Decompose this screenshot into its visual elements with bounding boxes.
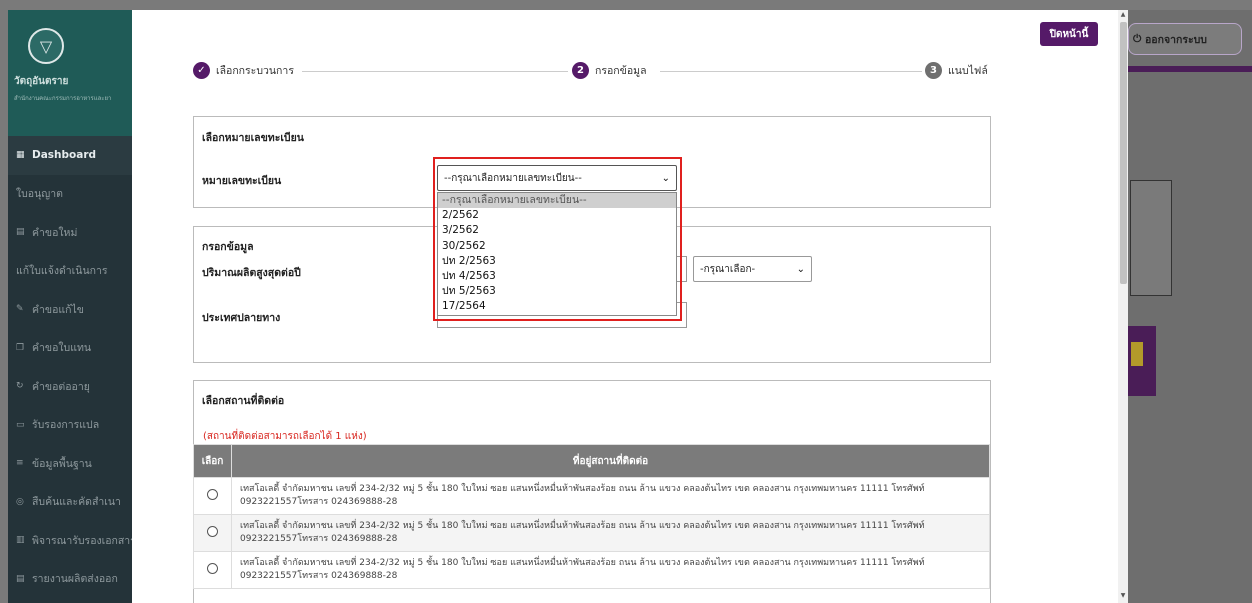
edit-icon: ✎: [16, 304, 24, 315]
step-1-label: เลือกกระบวนการ: [216, 65, 294, 77]
background-right-panel: [1128, 10, 1252, 603]
sidebar-item[interactable]: ▭ รับรองการแปล: [8, 406, 146, 445]
address-line1: เทสโอเลดี้ จำกัดมหาชน เลขที่ 234-2/32 หม…: [240, 558, 925, 568]
address-radio[interactable]: [207, 563, 218, 574]
sidebar-item[interactable]: ▥ พิจารณารับรองเอกสาร: [8, 521, 146, 560]
sidebar-item[interactable]: ❐ คำขอใบแทน: [8, 329, 146, 368]
sidebar-item-label: สืบค้นและคัดสำเนา: [32, 496, 121, 509]
contact-note: (สถานที่ติดต่อสามารถเลือกได้ 1 แห่ง): [203, 431, 367, 442]
address-line2: 0923221557โทรสาร 024369888-28: [240, 534, 398, 544]
step-3-number: 3: [925, 62, 942, 79]
step-1: ✓ เลือกกระบวนการ: [193, 62, 294, 79]
sidebar-item-label: คำขอต่ออายุ: [32, 380, 90, 393]
unit-select[interactable]: -กรุณาเลือก- ⌄: [693, 256, 812, 282]
sidebar-item[interactable]: ใบอนุญาต: [8, 175, 146, 214]
document-icon: ▤: [16, 227, 25, 238]
sidebar-item[interactable]: ✎ คำขอแก้ไข: [8, 290, 146, 329]
grid-icon: ▦: [16, 150, 25, 161]
address-radio[interactable]: [207, 526, 218, 537]
table-row: เทสโอเลดี้ จำกัดมหาชน เลขที่ 234-2/32 หม…: [193, 477, 990, 515]
sidebar-item-label: ใบอนุญาต: [16, 188, 63, 201]
sidebar-item[interactable]: ▤ คำขอใหม่: [8, 213, 146, 252]
address-cell: เทสโอเลดี้ จำกัดมหาชน เลขที่ 234-2/32 หม…: [231, 551, 990, 589]
unit-select-value: -กรุณาเลือก-: [700, 263, 756, 275]
table-row: เทสโอเลดี้ จำกัดมหาชน เลขที่ 234-2/32 หม…: [193, 551, 990, 589]
search-copy-icon: ◎: [16, 496, 24, 507]
step-connector: [660, 71, 922, 72]
step-2: 2 กรอกข้อมูล: [572, 62, 647, 79]
step-2-label: กรอกข้อมูล: [595, 65, 647, 77]
table-header-row: เลือก ที่อยู่สถานที่ติดต่อ: [193, 444, 990, 478]
sidebar-item[interactable]: ≡ ข้อมูลพื้นฐาน: [8, 444, 146, 483]
step-2-number: 2: [572, 62, 589, 79]
step-3: 3 แนบไฟล์: [925, 62, 988, 79]
address-cell: เทสโอเลดี้ จำกัดมหาชน เลขที่ 234-2/32 หม…: [231, 514, 990, 552]
sidebar-item-label: รับรองการแปล: [32, 419, 100, 432]
address-line2: 0923221557โทรสาร 024369888-28: [240, 497, 398, 507]
brand-subtitle: สำนักงานคณะกรรมการอาหารและยา: [14, 95, 112, 102]
scroll-down-icon[interactable]: ▼: [1119, 592, 1127, 600]
contact-address-table: เลือก ที่อยู่สถานที่ติดต่อ เทสโอเลดี้ จำ…: [193, 444, 990, 589]
sidebar-item[interactable]: ▤ รายงานผลิตส่งออก: [8, 560, 146, 599]
highlight-box: [433, 157, 682, 321]
sidebar-item[interactable]: ◎ สืบค้นและคัดสำเนา: [8, 483, 146, 522]
sidebar-item-label: แก้ใบแจ้งดำเนินการ: [16, 265, 108, 278]
sidebar-item-label: พิจารณารับรองเอกสาร: [32, 534, 136, 547]
copy-icon: ❐: [16, 342, 25, 353]
address-line2: 0923221557โทรสาร 024369888-28: [240, 571, 398, 581]
background-accent-bar: [1128, 66, 1252, 72]
address-line1: เทสโอเลดี้ จำกัดมหาชน เลขที่ 234-2/32 หม…: [240, 521, 925, 531]
chevron-down-icon: ⌄: [796, 263, 805, 275]
sidebar-item-label: รายงานผลิตส่งออก: [32, 573, 118, 586]
destination-country-label: ประเทศปลายทาง: [202, 312, 281, 324]
power-icon: ⏻: [1133, 32, 1145, 45]
contact-panel-title: เลือกสถานที่ติดต่อ: [202, 395, 285, 407]
step-3-label: แนบไฟล์: [948, 65, 988, 77]
sidebar-brand: ▽ วัตถุอันตราย สำนักงานคณะกรรมการอาหารแล…: [8, 10, 146, 136]
registration-number-label: หมายเลขทะเบียน: [202, 175, 282, 187]
step-connector: [302, 71, 568, 72]
table-row: เทสโอเลดี้ จำกัดมหาชน เลขที่ 234-2/32 หม…: [193, 514, 990, 552]
registration-panel-title: เลือกหมายเลขทะเบียน: [202, 132, 304, 144]
brand-title: วัตถุอันตราย: [14, 76, 69, 87]
check-icon: ✓: [193, 62, 210, 79]
translate-icon: ▭: [16, 419, 25, 430]
address-radio[interactable]: [207, 489, 218, 500]
sidebar-item[interactable]: แก้ใบแจ้งดำเนินการ: [8, 252, 146, 291]
sidebar-item-label: ข้อมูลพื้นฐาน: [32, 457, 92, 470]
address-cell: เทสโอเลดี้ จำกัดมหาชน เลขที่ 234-2/32 หม…: [231, 477, 990, 515]
column-header-address: ที่อยู่สถานที่ติดต่อ: [231, 444, 990, 478]
sidebar-item-label: คำขอแก้ไข: [32, 303, 84, 316]
background-box: [1130, 180, 1172, 296]
scroll-up-icon[interactable]: ▲: [1119, 11, 1127, 19]
sidebar-item[interactable]: ▦ Dashboard: [8, 136, 146, 175]
renew-icon: ↻: [16, 381, 24, 392]
sidebar-item-label: Dashboard: [32, 149, 97, 162]
sidebar-item[interactable]: ↻ คำขอต่ออายุ: [8, 367, 146, 406]
book-icon: ▥: [16, 535, 25, 546]
scrollbar-thumb[interactable]: [1120, 22, 1127, 284]
max-quantity-label: ปริมาณผลิตสูงสุดต่อปี: [202, 267, 301, 279]
address-line1: เทสโอเลดี้ จำกัดมหาชน เลขที่ 234-2/32 หม…: [240, 484, 925, 494]
logout-button[interactable]: ⏻ ออกจากระบบ: [1128, 23, 1242, 55]
logo-icon: ▽: [28, 28, 64, 64]
data-panel-title: กรอกข้อมูล: [202, 241, 254, 253]
list-icon: ≡: [16, 458, 24, 469]
sidebar-item-label: คำขอใบแทน: [32, 342, 92, 355]
logout-label: ออกจากระบบ: [1144, 33, 1207, 46]
sidebar-item-label: คำขอใหม่: [32, 226, 78, 239]
close-page-button[interactable]: ปิดหน้านี้: [1040, 22, 1098, 46]
sidebar-menu: ▦ Dashboard ใบอนุญาต ▤ คำขอใหม่แก้ใบแจ้งดำเน…: [8, 136, 146, 598]
report-icon: ▤: [16, 573, 25, 584]
sidebar: ▽ วัตถุอันตราย สำนักงานคณะกรรมการอาหารแล…: [8, 10, 146, 603]
column-header-select: เลือก: [193, 444, 232, 478]
background-yellow-block: [1131, 342, 1143, 366]
